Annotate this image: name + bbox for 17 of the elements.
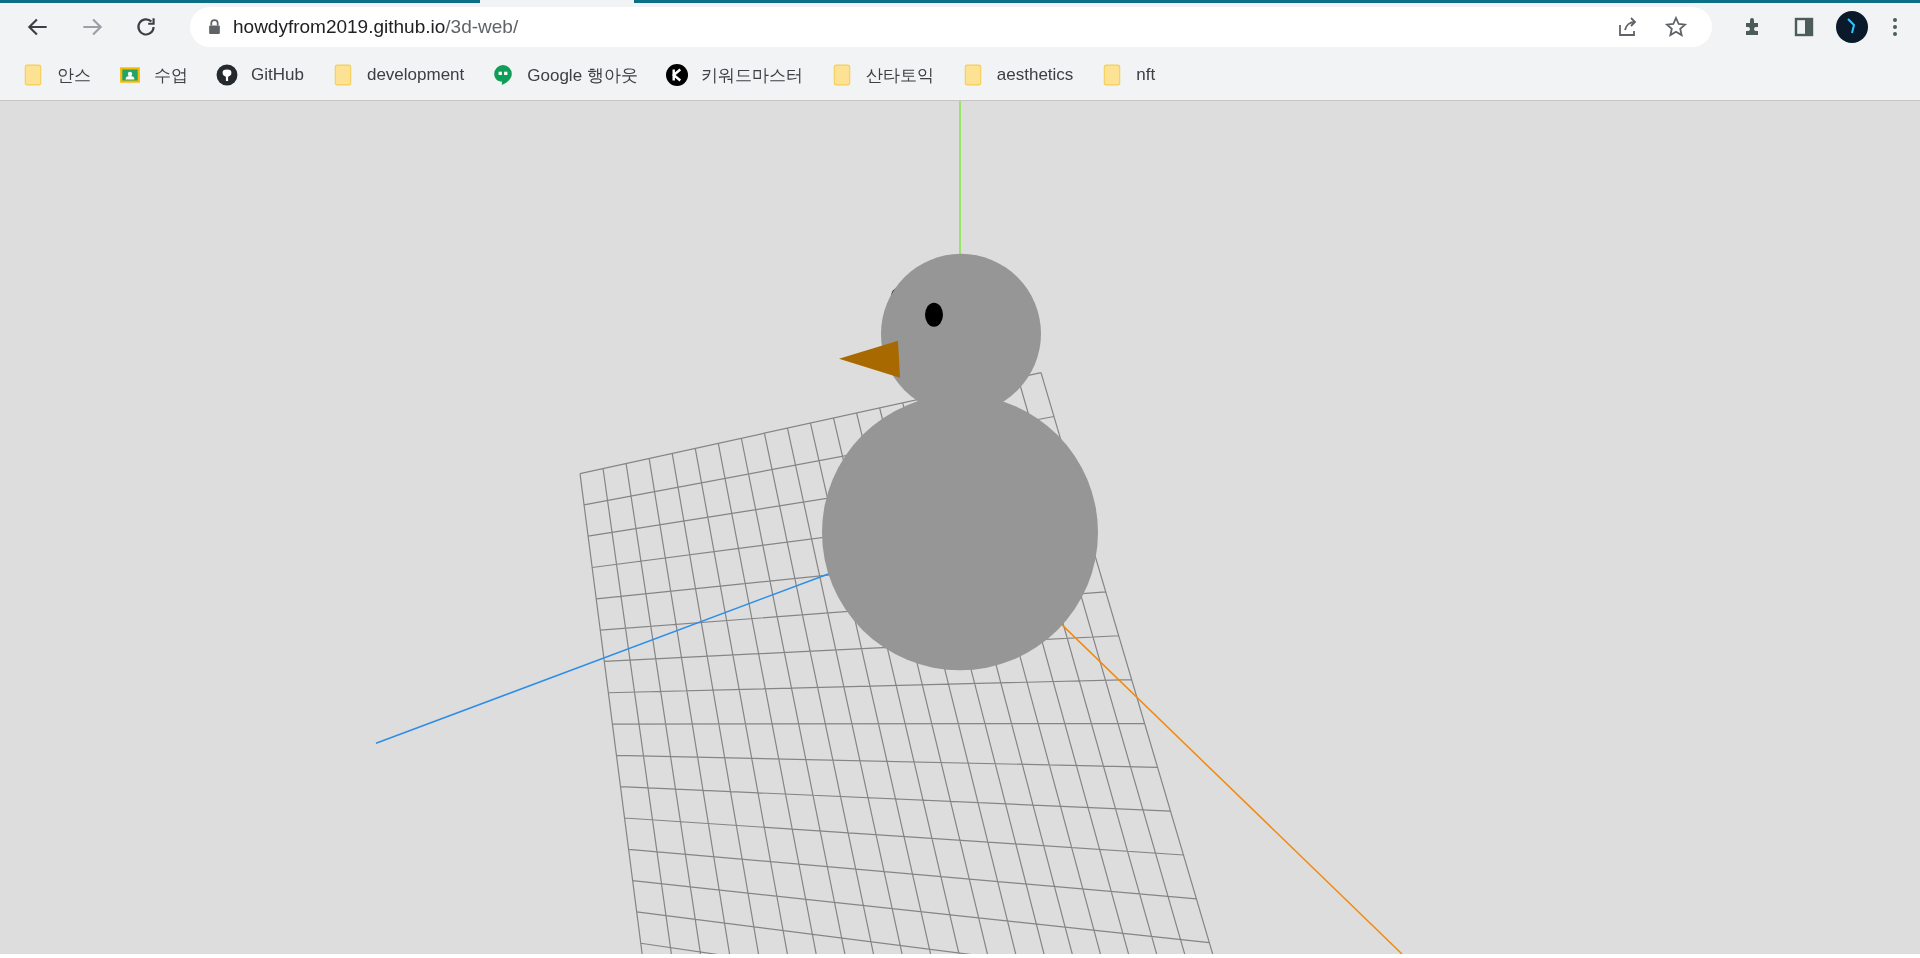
chat-bubble-icon <box>492 64 515 86</box>
folder-icon <box>22 64 44 86</box>
classroom-icon <box>119 64 141 86</box>
avatar-icon[interactable] <box>1836 10 1868 43</box>
url-text: howdyfrom2019.github.io/3d-web/ <box>233 15 519 38</box>
address-bar[interactable]: howdyfrom2019.github.io/3d-web/ <box>190 6 1712 47</box>
bookmark-link[interactable]: 수업 <box>154 63 188 87</box>
bookmark-link[interactable]: 안스 <box>57 63 91 87</box>
bookmark-link[interactable]: Google 행아웃 <box>527 63 638 87</box>
bookmark-link[interactable]: development <box>366 65 465 85</box>
bookmark-link[interactable]: 산타토익 <box>865 63 934 87</box>
lock-icon <box>208 19 221 34</box>
bookmark-link[interactable]: nft <box>1136 65 1156 85</box>
bookmark-link[interactable]: 키워드마스터 <box>700 63 803 87</box>
bookmark-link[interactable]: GitHub <box>251 65 304 85</box>
bookmark-link[interactable]: aesthetics <box>996 65 1074 85</box>
letter-k-icon <box>665 64 688 86</box>
